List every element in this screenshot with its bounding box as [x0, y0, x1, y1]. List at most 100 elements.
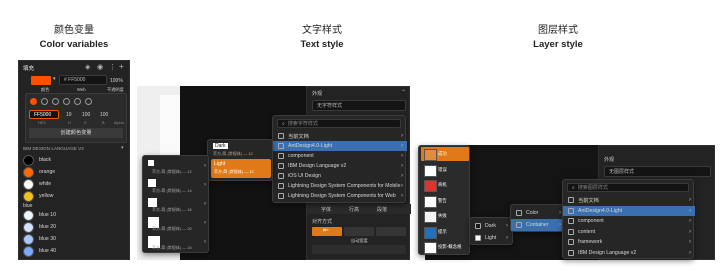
color-variable-item[interactable]: blue 10 [19, 209, 131, 221]
size-sub: 苹方-简 (常规体) — 20 [152, 226, 192, 231]
heading-en: Text style [300, 39, 344, 50]
group-item-container[interactable]: Container › [511, 219, 565, 231]
layer-swatch-item[interactable]: 商机 [421, 178, 469, 192]
collapse-icon[interactable]: ⌃ [401, 89, 406, 96]
search-placeholder: 搜索字符样式 [287, 121, 318, 127]
align-center-button[interactable] [344, 227, 374, 236]
layer-swatch-item[interactable]: 警告 [421, 194, 469, 208]
size-item[interactable]: 苹方-简 (常规体) — 16 › [146, 196, 207, 214]
align-left-button[interactable]: ⇤ [312, 227, 342, 236]
select-value: 无图层样式 [609, 169, 635, 175]
create-color-variable-button[interactable]: 创建颜色变量 [29, 128, 123, 138]
fill-tab-label[interactable]: Web [77, 87, 86, 92]
folder-icon [516, 210, 522, 216]
library-item[interactable]: IBM Design Language v2 › [273, 161, 407, 171]
picker-s-value[interactable]: 100 [82, 112, 90, 118]
library-item[interactable]: Lightning Design System Components for W… [273, 191, 407, 201]
mode-dot-selected-icon[interactable] [30, 98, 37, 105]
library-item[interactable]: framework › [563, 237, 695, 247]
layer-theme-menu: Dark › Light › [469, 217, 513, 245]
fill-swatch[interactable] [31, 76, 51, 85]
layer-style-search[interactable]: ⌕ 搜索图层样式 [567, 183, 689, 192]
align-right-button[interactable] [376, 227, 406, 236]
library-item[interactable]: IBM Design Language v2 › [563, 248, 695, 258]
library-item[interactable]: 当前文档 › [273, 131, 407, 141]
size-item[interactable]: 苹方-简 (常规体) — 14 › [146, 177, 207, 195]
folder-icon [278, 173, 284, 179]
chevron-right-icon: › [559, 210, 561, 216]
color-variable-item[interactable]: blue 20 [19, 221, 131, 233]
item-label: Container [526, 222, 549, 228]
mode-dot-icon[interactable] [41, 98, 48, 105]
color-variable-item[interactable]: blue 40 [19, 245, 131, 257]
size-item[interactable]: 苹方-简 (常规体) — 24 › [146, 234, 207, 252]
size-item[interactable]: 苹方-简 (常规体) — 12 › [146, 158, 207, 176]
layer-swatch-item[interactable]: 失败 [421, 209, 469, 223]
library-item[interactable]: component › [273, 151, 407, 161]
grid-icon[interactable]: ⋮ [109, 63, 116, 71]
picker-label: Alpha [114, 121, 124, 125]
theme-item-dark[interactable]: Dark › [470, 220, 512, 232]
fill-title: 填充 [23, 66, 35, 72]
chevron-right-icon: › [204, 239, 206, 245]
color-swatch-icon [23, 233, 34, 245]
library-item[interactable]: iOS UI Design › [273, 171, 407, 181]
color-variable-item[interactable]: blue 30 [19, 233, 131, 245]
picker-hex-field[interactable]: FF5000 [29, 110, 59, 119]
item-label: framework [578, 239, 603, 245]
color-panel: 填充 ◈ ◉ ⋮ + ▾ # FF5000 100% 颜色 Web 不透明度 F… [18, 60, 130, 260]
opacity-value[interactable]: 100% [110, 78, 123, 84]
group-item-color[interactable]: Color › [511, 207, 565, 219]
library-item[interactable]: 当前文档 › [563, 195, 695, 205]
mode-dot-icon[interactable] [52, 98, 59, 105]
swatch-preview-icon [424, 211, 437, 223]
color-variable-item[interactable]: yellow [19, 190, 131, 202]
mode-dot-icon[interactable] [74, 98, 81, 105]
swatch-preview-icon [424, 226, 437, 239]
library-chevron-icon[interactable]: ▾ [121, 145, 124, 151]
tab-paragraph[interactable]: 段落 [377, 206, 387, 213]
text-style-search[interactable]: ⌕ 搜索字符样式 [277, 119, 401, 128]
heading-en: Color variables [39, 39, 109, 50]
mode-dot-icon[interactable] [63, 98, 70, 105]
layer-swatch-item[interactable]: 成功 [421, 147, 469, 161]
folder-icon [278, 143, 284, 149]
library-item[interactable]: AntDesign4.0-Light › [563, 205, 695, 216]
swatch-label: 投影-概念规 [438, 244, 462, 249]
size-preview-icon [148, 160, 154, 166]
size-item[interactable]: 苹方-简 (常规体) — 20 › [146, 215, 207, 233]
light-sub: 苹方-简 (常规体) — 12 [214, 169, 254, 174]
layer-swatch-item[interactable]: 错误 [421, 163, 469, 177]
styles-icon[interactable]: ◈ [85, 63, 90, 71]
text-theme-menu: Dark 苹方-简 (常规体) — 12 Light 苹方-简 (常规体) — … [207, 139, 273, 181]
picker-h-value[interactable]: 19 [66, 112, 72, 118]
chevron-right-icon: › [401, 183, 403, 189]
picker-b-value[interactable]: 100 [100, 112, 108, 118]
swatch-chevron-icon[interactable]: ▾ [53, 76, 56, 82]
library-item[interactable]: AntDesign4.0-Light › [273, 141, 407, 151]
character-style-select[interactable]: 无字符样式 [312, 100, 406, 111]
fill-hex-field[interactable]: # FF5000 [59, 75, 107, 85]
theme-item-light[interactable]: Light 苹方-简 (常规体) — 12 [211, 159, 271, 178]
layer-swatch-item[interactable]: 投影-概念规 [421, 240, 469, 254]
color-variable-item[interactable]: orange [19, 166, 131, 178]
auto-width-label[interactable]: 自动宽度 [351, 238, 368, 244]
color-variable-item[interactable]: white [19, 178, 131, 190]
align-icon: ⇤ [323, 227, 329, 234]
theme-item-dark[interactable]: Dark 苹方-简 (常规体) — 12 [211, 143, 271, 158]
layer-style-select[interactable]: 无图层样式 [604, 166, 711, 177]
color-variable-item[interactable]: black [19, 154, 131, 166]
chevron-right-icon: › [204, 220, 206, 226]
library-item[interactable]: component › [563, 216, 695, 226]
library-item[interactable]: content › [563, 227, 695, 237]
theme-item-light[interactable]: Light › [470, 232, 512, 244]
tab-line-height[interactable]: 行高 [349, 206, 359, 213]
item-label: yellow [39, 193, 54, 199]
layer-swatch-item[interactable]: 提示 [421, 225, 469, 239]
mode-dot-icon[interactable] [85, 98, 92, 105]
eye-icon[interactable]: ◉ [97, 63, 103, 71]
add-icon[interactable]: + [119, 62, 124, 71]
color-picker-popover: FF5000 19 100 100 HEX H S B Alpha 创建颜色变量 [25, 93, 127, 143]
tab-font[interactable]: 字体 [321, 206, 331, 213]
library-item[interactable]: Lightning Design System Components for M… [273, 181, 407, 191]
